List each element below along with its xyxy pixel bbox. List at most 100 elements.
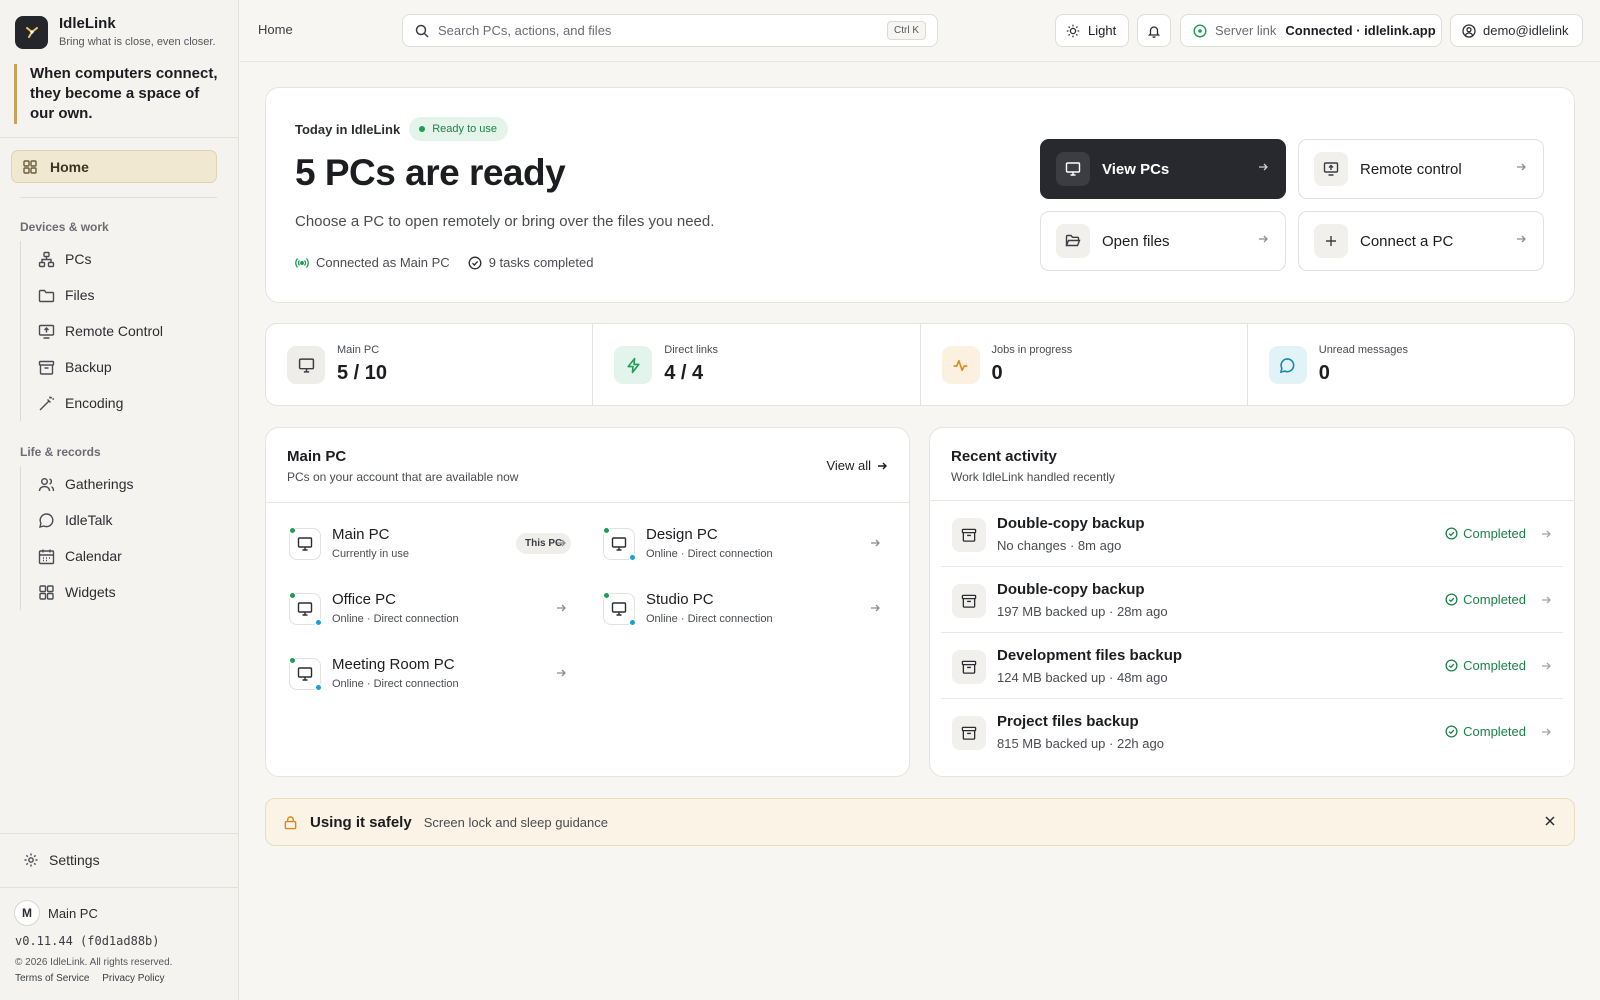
- sidebar-item-home[interactable]: Home: [11, 150, 217, 183]
- activity-row[interactable]: Double-copy backup No changes · 8m ago C…: [941, 501, 1563, 567]
- sidebar-quote: When computers connect, they become a sp…: [14, 64, 226, 124]
- theme-label: Light: [1088, 23, 1117, 38]
- brand[interactable]: IdleLink Bring what is close, even close…: [15, 15, 216, 49]
- stat-value: 0: [1318, 362, 1330, 384]
- online-dot-icon: [289, 592, 296, 599]
- section-title-devices: Devices & work: [20, 220, 109, 234]
- monitor-icon: [289, 592, 322, 626]
- divider: [266, 502, 909, 503]
- message-icon: [1268, 346, 1307, 384]
- sun-icon: [1066, 24, 1080, 38]
- arrow-right-icon: [1257, 161, 1269, 173]
- bolt-icon: [614, 346, 653, 384]
- sidebar-item-pcs[interactable]: PCs: [21, 241, 163, 277]
- app-logo-icon: [15, 15, 48, 49]
- pc-item-main[interactable]: Main PC Currently in use This PC: [287, 520, 573, 570]
- sidebar-item-calendar[interactable]: Calendar: [21, 538, 133, 574]
- activity-row[interactable]: Double-copy backup 197 MB backed up · 28…: [941, 567, 1563, 633]
- sidebar-item-label: PCs: [65, 251, 92, 267]
- panel-title: Recent activity: [951, 448, 1057, 465]
- terms-link[interactable]: Terms of Service: [15, 973, 89, 984]
- server-link-label: Server link: [1215, 23, 1277, 38]
- open-files-button[interactable]: Open files: [1040, 211, 1286, 271]
- device-name: Main PC: [48, 905, 98, 921]
- activity-status: Completed: [1445, 658, 1526, 673]
- pc-status: Online · Direct connection: [646, 548, 773, 560]
- privacy-link[interactable]: Privacy Policy: [102, 973, 164, 984]
- search-input[interactable]: [438, 23, 868, 38]
- bell-icon: [1147, 24, 1161, 38]
- pc-name: Studio PC: [646, 591, 714, 608]
- pc-item-meeting-room[interactable]: Meeting Room PC Online · Direct connecti…: [287, 650, 573, 700]
- archive-icon: [952, 518, 986, 552]
- connected-as-text: Connected as Main PC: [316, 255, 450, 270]
- plus-icon: [1314, 224, 1348, 258]
- server-link-status[interactable]: Server link Connected · idlelink.app: [1180, 14, 1442, 47]
- direct-link-dot-icon: [629, 619, 636, 626]
- users-icon: [38, 476, 55, 493]
- stat-value: 4 / 4: [664, 362, 704, 384]
- connect-pc-button[interactable]: Connect a PC: [1298, 211, 1544, 271]
- pc-item-design[interactable]: Design PC Online · Direct connection: [601, 520, 887, 570]
- sidebar-item-widgets[interactable]: Widgets: [21, 574, 133, 610]
- sidebar-item-label: Encoding: [65, 395, 124, 411]
- stat-unread[interactable]: Unread messages 0: [1248, 324, 1574, 405]
- remote-control-button[interactable]: Remote control: [1298, 139, 1544, 199]
- sidebar-item-label: IdleTalk: [65, 512, 113, 528]
- arrow-right-icon: [1540, 594, 1552, 606]
- activity-status-text: Completed: [1463, 658, 1526, 673]
- activity-name: Project files backup: [997, 713, 1139, 730]
- activity-row[interactable]: Project files backup 815 MB backed up · …: [941, 699, 1563, 765]
- activity-status-text: Completed: [1463, 526, 1526, 541]
- sidebar-item-remote-control[interactable]: Remote Control: [21, 313, 163, 349]
- sidebar-item-label: Remote Control: [65, 323, 164, 339]
- safety-banner[interactable]: Using it safely Screen lock and sleep gu…: [265, 798, 1575, 846]
- check-circle-icon: [468, 256, 482, 270]
- activity-name: Development files backup: [997, 647, 1183, 664]
- close-icon[interactable]: [1544, 815, 1556, 827]
- notifications-button[interactable]: [1137, 14, 1171, 47]
- network-icon: [38, 251, 55, 268]
- calendar-icon: [38, 548, 55, 565]
- pc-item-studio[interactable]: Studio PC Online · Direct connection: [601, 585, 887, 635]
- sidebar-item-gatherings[interactable]: Gatherings: [21, 466, 133, 502]
- sidebar-item-backup[interactable]: Backup: [21, 349, 163, 385]
- breadcrumb[interactable]: Home: [258, 22, 293, 37]
- sidebar-item-encoding[interactable]: Encoding: [21, 385, 163, 421]
- nav-group-devices: PCs Files Remote Control Backup Encoding: [20, 241, 163, 421]
- direct-link-dot-icon: [315, 684, 322, 691]
- stat-direct-links[interactable]: Direct links 4 / 4: [593, 324, 921, 405]
- pc-status: Currently in use: [332, 548, 410, 560]
- search-shortcut: Ctrl K: [887, 21, 926, 40]
- status-badge-text: Ready to use: [432, 123, 498, 135]
- monitor-icon: [603, 592, 636, 626]
- search-box[interactable]: Ctrl K: [402, 14, 938, 47]
- account-button[interactable]: demo@idlelink: [1450, 14, 1583, 47]
- pc-status: Online · Direct connection: [332, 613, 459, 625]
- pc-status: Online · Direct connection: [646, 613, 773, 625]
- sidebar-item-settings[interactable]: Settings: [23, 852, 100, 868]
- archive-icon: [952, 716, 986, 750]
- stat-jobs[interactable]: Jobs in progress 0: [921, 324, 1248, 405]
- current-device[interactable]: M Main PC: [14, 900, 98, 926]
- activity-row[interactable]: Development files backup 124 MB backed u…: [941, 633, 1563, 699]
- view-all-link[interactable]: View all: [826, 458, 888, 473]
- divider: [0, 833, 239, 834]
- stat-label: Main PC: [337, 344, 380, 356]
- online-dot-icon: [289, 657, 296, 664]
- sidebar-item-label: Widgets: [65, 584, 116, 600]
- sidebar-item-files[interactable]: Files: [21, 277, 163, 313]
- sidebar-item-idletalk[interactable]: IdleTalk: [21, 502, 133, 538]
- view-pcs-button[interactable]: View PCs: [1040, 139, 1286, 199]
- arrow-right-icon: [1540, 726, 1552, 738]
- hero-subtitle: Choose a PC to open remotely or bring ov…: [295, 213, 715, 230]
- remote-control-label: Remote control: [1360, 160, 1462, 178]
- arrow-right-icon: [1257, 233, 1269, 245]
- theme-toggle-button[interactable]: Light: [1055, 14, 1129, 47]
- hero-card: Today in IdleLink Ready to use 5 PCs are…: [265, 87, 1575, 303]
- archive-icon: [952, 650, 986, 684]
- stat-main-pc[interactable]: Main PC 5 / 10: [266, 324, 594, 405]
- panel-title: Main PC: [287, 448, 347, 465]
- arrow-right-icon: [1540, 660, 1552, 672]
- pc-item-office[interactable]: Office PC Online · Direct connection: [287, 585, 573, 635]
